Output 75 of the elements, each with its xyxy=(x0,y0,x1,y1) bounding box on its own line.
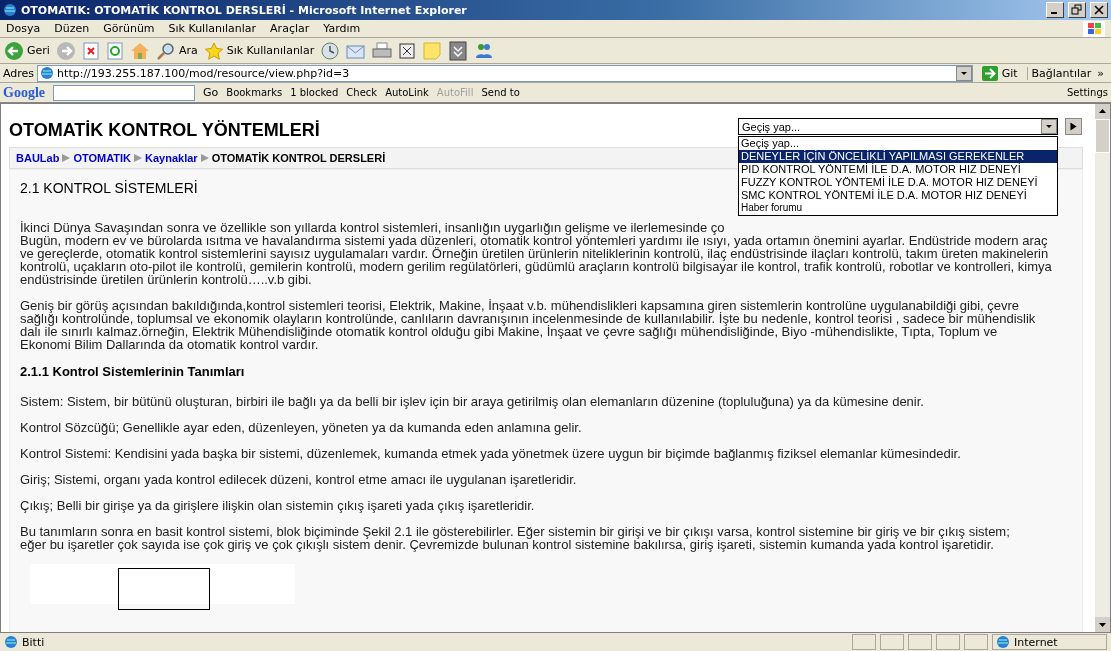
section-heading: 2.1 KONTROL SİSTEMLERİ xyxy=(20,180,198,196)
menu-item[interactable]: Araçlar xyxy=(270,22,310,35)
refresh-icon[interactable] xyxy=(105,41,124,60)
settings-button[interactable]: Settings xyxy=(1067,87,1108,98)
toolbar-label[interactable]: Geri xyxy=(27,44,50,57)
dropdown-menu-item[interactable]: Geçiş yap... xyxy=(739,137,802,150)
paragraph: Kontrol Sistemi: Kendisini yada başka bir sistemi, düzenlemek, kumanda etmek yada yönetmek üzere uygun bir biçimde bağlanmış fiziksel elemanlar kümesindedir. xyxy=(20,447,961,460)
google-toolbar-button[interactable]: 1 blocked xyxy=(290,87,339,98)
close-icon[interactable] xyxy=(1090,2,1108,18)
menu-item[interactable]: Görünüm xyxy=(103,22,155,35)
breadcrumb-arrow-icon xyxy=(199,153,210,163)
status-panel xyxy=(908,634,932,650)
scroll-down-icon[interactable] xyxy=(1095,617,1110,632)
section-heading: 2.1.1 Kontrol Sistemlerinin Tanımları xyxy=(20,364,245,379)
star-icon[interactable] xyxy=(203,41,224,60)
page-icon xyxy=(4,635,18,649)
go-button[interactable]: Go xyxy=(203,86,219,99)
chevron-panel-icon[interactable] xyxy=(448,40,469,61)
globe-icon xyxy=(996,635,1010,649)
google-toolbar-button[interactable]: Send to xyxy=(481,87,520,98)
toolbar-label[interactable]: Ara xyxy=(178,44,198,57)
google-search-field[interactable] xyxy=(53,84,195,101)
paragraph: Çıkış; Belli bir girişe ya da girişlere ilişkin olan sistemin çıkış işareti yada çıkış işaretleridir. xyxy=(20,499,535,512)
links-label[interactable]: Bağlantılar xyxy=(1031,66,1092,80)
status-panel xyxy=(936,634,960,650)
dropdown-menu-item[interactable]: DENEYLER İÇİN ÖNCELİKLİ YAPILMASI GEREKENLER xyxy=(739,150,1057,163)
menu-item[interactable]: Düzen xyxy=(54,22,90,35)
paragraph: İkinci Dünya Savaşından sonra ve özellikle son yıllarda kontrol sistemleri, insanlığın uygarlığın gelişme ve ilerlemesinde ço Bugün, modern ev ve bürolarda ısıtma ve havalandırma sistemi yada düzenleri, otomatik kontrol yöntemleri yardımı ile ısıyı, yada ortamın önemini ayarlar. Endüstride modern araç ve gereçlerde, otomatik kontrol sistemlerini sayısız uygulamaları vardır. Örneğin üretilen ürünlerin niteliklerinin kontrolü, ilaç endüstrisinde ilaçları kontrolü, takım üreten makinelerin kontrolü, uçakların oto-pilot ile kontrolü, gemilerin kontrolü, modern gerilim regülatörleri, güdümlü araçların kontrolü bilgisayar ile kontrol, trafik kontrolü, robotlar ve kontrolleri, kimya endüstrisinde üretilen ürünlerin kontrolü…..v.b gibi. xyxy=(20,221,1052,286)
stop-icon[interactable] xyxy=(81,41,100,60)
status-text: Bitti xyxy=(22,635,46,649)
menu-item[interactable]: Yardım xyxy=(323,22,361,35)
status-panel xyxy=(964,634,988,650)
jump-select[interactable]: Geçiş yap... xyxy=(738,118,1058,135)
restore-icon[interactable] xyxy=(1068,2,1086,18)
google-toolbar-button[interactable]: Bookmarks xyxy=(226,87,283,98)
paragraph: Geniş bir görüş açısından bakıldığında,kontrol sistemleri teorisi, Elektrik, Makine, İnşaat v.b. mühendislikleri kapsamına giren sistemlerin kontrolüne uygulanabildiği gibi, çevre sağlığı kontrolünde, toplumsal ve ekonomik olayların kontrolünde, canlıların davranışının incelenmesinde de kullanılabilir. İşte bu nedenle, kontrol teorisi , sadece bir mühendislik dalı ile sınırlı kalmaz.örneğin, Elektrik Mühendisliğinde otomatik kontrol olduğu gibi Makine, İnşaat ve çevre sağlığı mühendisliğinde, Biyo -mühendislikte, Tıpta, Toplum ve Ekonomi Bilim Dallarında da otomatik kontrol vardır. xyxy=(20,299,1036,351)
address-label: Adres xyxy=(3,66,35,80)
scrollbar-thumb[interactable] xyxy=(1095,119,1110,153)
paragraph: Bu tanımların sonra en basit kontrol sistemi, blok biçiminde Şekil 2.1 ile gösterebilirler. Eğer sistemin bir girişi ve bir çıkışı varsa, kontrol sistemine bir giriş ve bir çıkış sistem; eğer bu işaretler çok sayıda ise çok giriş ve çok çıkışlı sistem denir. Çevremizde bulunan kontrol sistemine bakılırsa, giriş işareti, sistemin kumanda yada kontrol işaretidir. xyxy=(20,525,1010,551)
browser-icon xyxy=(3,3,17,17)
menu-item[interactable]: Sık Kullanılanlar xyxy=(168,22,257,35)
zone-label: Internet xyxy=(1014,635,1058,649)
toolbar-label[interactable]: Sık Kullanılanlar xyxy=(226,44,315,57)
windows-flag-icon xyxy=(1083,20,1105,37)
status-panel xyxy=(880,634,904,650)
dropdown-menu-item[interactable]: SMC KONTROL YÖNTEMİ İLE D.A. MOTOR HIZ DENEYİ xyxy=(739,189,1029,202)
paragraph: Sistem: Sistem, bir bütünü oluşturan, birbiri ile bağlı ya da belli bir işlev için bir araya getirilmiş olan elemanların düzenine (topluluğuna) ya da kümesine denir. xyxy=(20,395,924,408)
more-chevron[interactable]: » xyxy=(1097,66,1104,80)
google-toolbar-button[interactable]: Check xyxy=(346,87,378,98)
breadcrumb-link[interactable]: OTOMATIK xyxy=(73,152,132,164)
clock-icon[interactable] xyxy=(320,40,341,61)
breadcrumb-arrow-icon xyxy=(61,153,72,163)
window-title: OTOMATIK: OTOMATİK KONTROL DERSLERİ - Microsoft Internet Explorer xyxy=(21,3,468,17)
google-toolbar-button[interactable]: AutoLink xyxy=(385,87,429,98)
breadcrumb-link[interactable]: BAULab xyxy=(16,152,60,164)
page-title: OTOMATİK KONTROL YÖNTEMLERİ xyxy=(9,120,320,141)
dropdown-menu-item[interactable]: Haber forumu xyxy=(739,202,805,214)
go-button[interactable]: Git xyxy=(975,65,1024,81)
status-panel xyxy=(852,634,876,650)
breadcrumb-current: OTOMATİK KONTROL DERSLERİ xyxy=(211,152,386,164)
page-icon xyxy=(40,66,55,80)
paragraph: Kontrol Sözcüğü; Genellikle ayar eden, düzenleyen, yöneten ya da kumanda eden anlamına gelir. xyxy=(20,421,582,434)
menu-item[interactable]: Dosya xyxy=(6,22,41,35)
search-icon[interactable] xyxy=(155,41,176,60)
dropdown-menu-item[interactable]: PID KONTROL YÖNTEMİ İLE D.A. MOTOR HIZ DENEYİ xyxy=(739,163,1023,176)
scroll-up-icon[interactable] xyxy=(1095,104,1110,119)
minimize-icon[interactable] xyxy=(1046,2,1064,18)
dropdown-menu-item[interactable]: FUZZY KONTROL YÖNTEMİ İLE D.A. MOTOR HIZ DENEYİ xyxy=(739,176,1040,189)
google-logo: Google xyxy=(3,84,45,101)
go-arrow-icon xyxy=(981,65,998,81)
breadcrumb-arrow-icon xyxy=(133,153,144,163)
breadcrumb-link[interactable]: Kaynaklar xyxy=(145,152,198,164)
printer-icon[interactable] xyxy=(372,41,393,60)
paragraph: Giriş; Sistemi, organı yada kontrol edilecek düzeni, kontrol etme amacı ile uygulanan işaretleridir. xyxy=(20,473,577,486)
address-field[interactable]: http://193.255.187.100/mod/resource/view.php?id=3 xyxy=(37,64,973,82)
